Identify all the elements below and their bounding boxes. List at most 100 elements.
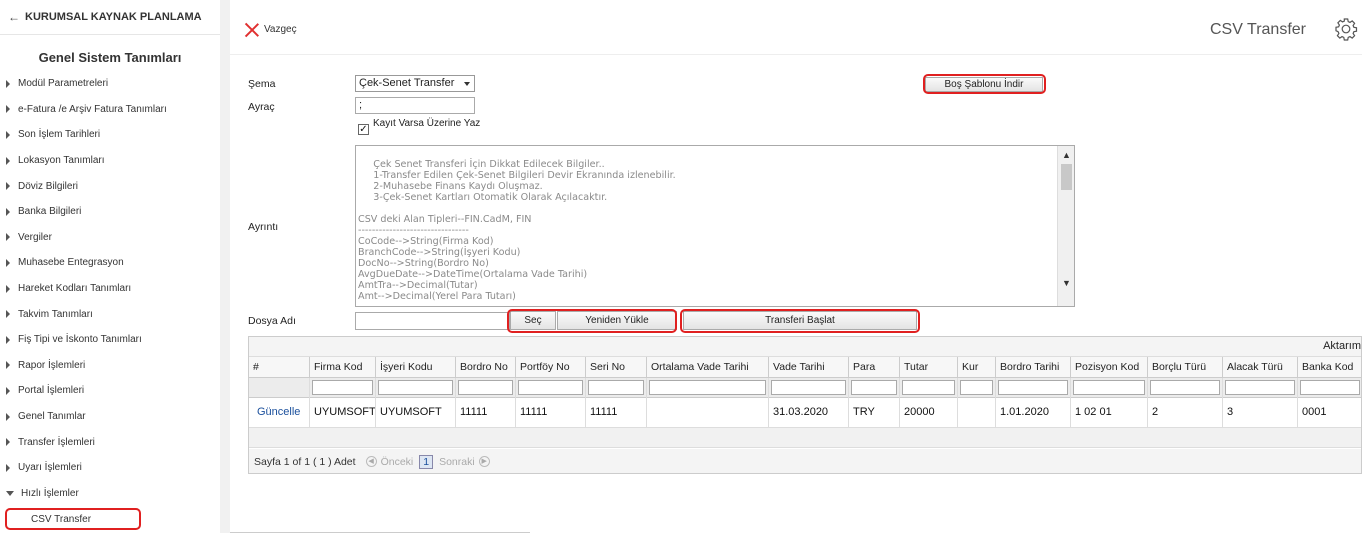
- caret-right-icon: [6, 412, 10, 421]
- detail-scrollbar[interactable]: ▲ ▼: [1057, 146, 1074, 306]
- column-header[interactable]: Tutar: [900, 357, 958, 378]
- current-page-button[interactable]: 1: [419, 454, 434, 469]
- sidebar-item[interactable]: Modül Parametreleri: [0, 71, 220, 97]
- filter-input[interactable]: [458, 380, 513, 395]
- filter-input[interactable]: [1225, 380, 1295, 395]
- filter-cell: [456, 378, 516, 398]
- update-row-link[interactable]: Güncelle: [249, 398, 310, 428]
- caret-right-icon: [6, 182, 10, 191]
- sidebar-item[interactable]: Takvim Tanımları: [0, 301, 220, 327]
- scroll-thumb[interactable]: [1061, 164, 1072, 190]
- filter-input[interactable]: [998, 380, 1068, 395]
- sidebar-item[interactable]: Banka Bilgileri: [0, 199, 220, 225]
- sidebar-item[interactable]: Rapor İşlemleri: [0, 353, 220, 379]
- sidebar-item-label: Son İşlem Tarihleri: [18, 129, 101, 141]
- cancel-button[interactable]: Vazgeç: [244, 22, 297, 37]
- chevron-down-icon: [464, 82, 470, 86]
- sidebar-item-label: Fiş Tipi ve İskonto Tanımları: [18, 334, 142, 346]
- grid-group-header: Aktarım: [249, 337, 1361, 357]
- caret-right-icon: [6, 258, 10, 267]
- filter-input[interactable]: [588, 380, 644, 395]
- column-header[interactable]: Borçlu Türü: [1148, 357, 1223, 378]
- table-row: Güncelle UYUMSOFT UYUMSOFT 11111 11111 11111 3…: [249, 398, 1361, 428]
- overwrite-checkbox[interactable]: ✓: [358, 124, 369, 135]
- filter-input[interactable]: [518, 380, 583, 395]
- column-header[interactable]: Kur: [958, 357, 996, 378]
- sidebar-menu: Modül Parametreleri e-Fatura /e Arşiv Fat…: [0, 71, 220, 506]
- column-header[interactable]: Firma Kod: [310, 357, 376, 378]
- back-link[interactable]: ← KURUMSAL KAYNAK PLANLAMA: [0, 0, 220, 35]
- column-header[interactable]: Seri No: [586, 357, 647, 378]
- column-header[interactable]: Bordro Tarihi: [996, 357, 1071, 378]
- sidebar-item[interactable]: Son İşlem Tarihleri: [0, 122, 220, 148]
- schema-select[interactable]: Çek-Senet Transfer: [355, 75, 475, 92]
- caret-right-icon: [6, 386, 10, 395]
- sidebar-item-csv-transfer[interactable]: CSV Transfer: [5, 508, 141, 530]
- sidebar-item-label: Rapor İşlemleri: [18, 359, 86, 371]
- next-page-button[interactable]: Sonraki: [439, 456, 475, 468]
- prev-page-icon[interactable]: ◀: [365, 456, 377, 467]
- column-header[interactable]: Pozisyon Kod: [1071, 357, 1148, 378]
- sidebar-item[interactable]: Lokasyon Tanımları: [0, 148, 220, 174]
- table-cell: 0001: [1298, 398, 1361, 428]
- next-page-icon[interactable]: ▶: [478, 456, 490, 467]
- sidebar-item-label: Vergiler: [18, 231, 52, 243]
- column-header[interactable]: #: [249, 357, 310, 378]
- column-header[interactable]: Banka Kod: [1298, 357, 1361, 378]
- start-transfer-highlight: [680, 309, 920, 333]
- filter-input[interactable]: [1073, 380, 1145, 395]
- caret-right-icon: [6, 310, 10, 319]
- sidebar-item-label: Takvim Tanımları: [18, 308, 93, 320]
- sidebar-item[interactable]: Transfer İşlemleri: [0, 429, 220, 455]
- table-cell: 1.01.2020: [996, 398, 1071, 428]
- table-cell: 3: [1223, 398, 1298, 428]
- sidebar-item[interactable]: Muhasebe Entegrasyon: [0, 250, 220, 276]
- filter-input[interactable]: [960, 380, 993, 395]
- file-name-input[interactable]: [355, 312, 510, 330]
- file-name-label: Dosya Adı: [248, 315, 296, 327]
- filter-input[interactable]: [1300, 380, 1360, 395]
- separator-input[interactable]: ;: [355, 97, 475, 114]
- column-header[interactable]: Vade Tarihi: [769, 357, 849, 378]
- grid-header-row: # Firma Kod İşyeri Kodu Bordro No Portföy No…: [249, 357, 1361, 378]
- filter-input[interactable]: [771, 380, 846, 395]
- column-header[interactable]: İşyeri Kodu: [376, 357, 456, 378]
- filter-input[interactable]: [649, 380, 766, 395]
- sidebar-item[interactable]: Döviz Bilgileri: [0, 173, 220, 199]
- back-label: KURUMSAL KAYNAK PLANLAMA: [25, 11, 202, 23]
- gear-icon[interactable]: [1334, 17, 1358, 41]
- sidebar-item-label: Genel Tanımlar: [18, 411, 86, 423]
- sidebar-item[interactable]: Genel Tanımlar: [0, 404, 220, 430]
- sidebar-item[interactable]: Hızlı İşlemler: [0, 481, 220, 507]
- table-cell: UYUMSOFT: [310, 398, 376, 428]
- prev-page-button[interactable]: Önceki: [381, 456, 414, 468]
- sidebar-item[interactable]: Uyarı İşlemleri: [0, 455, 220, 481]
- filter-input[interactable]: [1150, 380, 1220, 395]
- filter-input[interactable]: [902, 380, 955, 395]
- scroll-up-icon[interactable]: ▲: [1058, 148, 1074, 162]
- column-header[interactable]: Bordro No: [456, 357, 516, 378]
- filter-cell: [900, 378, 958, 398]
- filter-input[interactable]: [378, 380, 453, 395]
- detail-textarea[interactable]: Çek Senet Transferi İçin Dikkat Edilecek…: [355, 145, 1075, 307]
- column-header[interactable]: Para: [849, 357, 900, 378]
- column-header[interactable]: Portföy No: [516, 357, 586, 378]
- table-cell: 11111: [516, 398, 586, 428]
- scroll-down-icon[interactable]: ▼: [1058, 276, 1074, 290]
- table-cell: 1 02 01: [1071, 398, 1148, 428]
- sidebar-item[interactable]: Vergiler: [0, 225, 220, 251]
- column-header[interactable]: Ortalama Vade Tarihi: [647, 357, 769, 378]
- sidebar-item-label: Hareket Kodları Tanımları: [18, 283, 132, 295]
- grid-group-title: Aktarım: [1323, 340, 1361, 352]
- sidebar-item[interactable]: Portal İşlemleri: [0, 378, 220, 404]
- sidebar-item[interactable]: e-Fatura /e Arşiv Fatura Tanımları: [0, 97, 220, 123]
- filter-input[interactable]: [312, 380, 373, 395]
- sidebar-item[interactable]: Hareket Kodları Tanımları: [0, 276, 220, 302]
- table-cell: TRY: [849, 398, 900, 428]
- table-cell: [958, 398, 996, 428]
- caret-down-icon: [6, 490, 14, 496]
- filter-cell: [586, 378, 647, 398]
- column-header[interactable]: Alacak Türü: [1223, 357, 1298, 378]
- sidebar-item[interactable]: Fiş Tipi ve İskonto Tanımları: [0, 327, 220, 353]
- filter-input[interactable]: [851, 380, 897, 395]
